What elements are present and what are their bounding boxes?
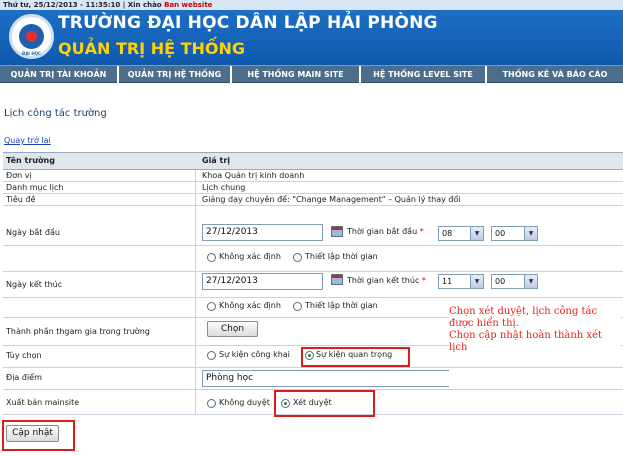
location-input[interactable]: Phòng học	[202, 370, 449, 387]
start-unspecified-radio[interactable]	[207, 253, 216, 262]
nav-he-thong-level-site[interactable]: HỆ THỐNG LEVEL SITE	[361, 66, 487, 83]
top-status-bar: Thứ tư, 25/12/2013 - 11:35:10 | Xin chào…	[0, 0, 623, 10]
university-logo: ĐẠI HỌC	[9, 14, 54, 59]
start-unspecified-label: Không xác định	[219, 252, 281, 261]
site-header: ĐẠI HỌC TRƯỜNG ĐẠI HỌC DÂN LẬP HẢI PHÒNG…	[0, 10, 623, 65]
label-ngay-ket-thuc: Ngày kết thúc	[6, 280, 63, 289]
table-row: Đơn vị Khoa Quản trị kinh doanh	[3, 170, 623, 182]
value-don-vi: Khoa Quản trị kinh doanh	[202, 171, 305, 180]
logo-text: ĐẠI HỌC	[21, 51, 41, 56]
start-set-time-label: Thiết lập thời gian	[305, 252, 378, 261]
table-row: Danh mục lịch Lịch chung	[3, 182, 623, 194]
label-xuat-ban: Xuất bản mainsite	[6, 398, 80, 407]
label-thanh-phan: Thành phần thgam gia trong trường	[6, 327, 150, 336]
annotation-line-2: được hiển thị.	[449, 318, 519, 329]
chevron-down-icon: ▼	[470, 275, 483, 288]
end-set-time-radio[interactable]	[293, 302, 302, 311]
user-name: Ban website	[164, 1, 213, 9]
not-approve-radio[interactable]	[207, 399, 216, 408]
label-tuy-chon: Tùy chọn	[6, 351, 42, 360]
label-don-vi: Đơn vị	[6, 171, 32, 180]
highlight-box-submit	[2, 420, 75, 451]
logo-emblem-icon	[26, 31, 37, 42]
highlight-box-options	[301, 347, 410, 367]
start-hour-select[interactable]: 08 ▼	[438, 226, 484, 241]
main-nav: QUẢN TRỊ TÀI KHOẢN QUẢN TRỊ HỆ THỐNG HỆ …	[0, 65, 623, 83]
end-time-label: Thời gian kết thúc	[347, 276, 420, 285]
table-header-row: Tên trường Giá trị	[3, 153, 623, 170]
datetime-text: Thứ tư, 25/12/2013 - 11:35:10	[3, 1, 121, 9]
public-event-radio[interactable]	[207, 351, 216, 360]
label-danh-muc: Danh mục lịch	[6, 183, 64, 192]
end-date-input[interactable]: 27/12/2013	[202, 273, 323, 290]
greeting-text: Xin chào	[127, 1, 162, 9]
nav-he-thong-main-site[interactable]: HỆ THỐNG MAIN SITE	[232, 66, 361, 83]
col-value-header: Giá trị	[202, 156, 231, 165]
not-approve-label: Không duyệt	[219, 398, 270, 407]
start-set-time-radio[interactable]	[293, 253, 302, 262]
label-tieu-de: Tiêu đề	[6, 195, 36, 204]
end-unspecified-radio[interactable]	[207, 302, 216, 311]
end-hour-select[interactable]: 11 ▼	[438, 274, 484, 289]
page-title: Lịch công tác trường	[4, 108, 107, 119]
end-set-time-label: Thiết lập thời gian	[305, 301, 378, 310]
public-event-label: Sự kiện công khai	[219, 350, 290, 359]
form-table: Tên trường Giá trị Đơn vị Khoa Quản trị …	[3, 152, 623, 415]
separator: |	[122, 1, 126, 9]
end-calendar-icon[interactable]	[331, 274, 343, 285]
required-mark: *	[419, 227, 424, 236]
instruction-annotation: Chọn xét duyệt, lịch công tác được hiển …	[449, 306, 621, 354]
back-link[interactable]: Quay trở lại	[4, 136, 51, 145]
start-minute-select[interactable]: 00 ▼	[491, 226, 538, 241]
value-tieu-de: Giảng dạy chuyên đề: "Change Management"…	[202, 195, 461, 204]
chevron-down-icon: ▼	[470, 227, 483, 240]
start-date-input[interactable]: 27/12/2013	[202, 224, 323, 241]
value-danh-muc: Lịch chung	[202, 183, 246, 192]
highlight-box-publish	[274, 390, 375, 417]
chevron-down-icon: ▼	[524, 227, 537, 240]
start-time-label: Thời gian bắt đầu	[347, 227, 418, 236]
end-unspecified-label: Không xác định	[219, 301, 281, 310]
annotation-line-4: lịch	[449, 342, 468, 353]
end-minute-select[interactable]: 00 ▼	[491, 274, 538, 289]
label-dia-diem: Địa điểm	[6, 373, 42, 382]
col-name-header: Tên trường	[6, 156, 55, 165]
chevron-down-icon: ▼	[524, 275, 537, 288]
end-minute-value: 00	[495, 277, 506, 286]
required-mark: *	[421, 276, 426, 285]
annotation-line-1: Chọn xét duyệt, lịch công tác	[449, 306, 598, 317]
nav-quan-tri-he-thong[interactable]: QUẢN TRỊ HỆ THỐNG	[119, 66, 232, 83]
nav-quan-tri-tai-khoan[interactable]: QUẢN TRỊ TÀI KHOẢN	[0, 66, 119, 83]
nav-thong-ke-bao-cao[interactable]: THỐNG KÊ VÀ BÁO CÁO	[487, 66, 623, 83]
annotation-line-3: Chọn cập nhật hoàn thành xét	[449, 330, 603, 341]
end-hour-value: 11	[442, 277, 453, 286]
start-calendar-icon[interactable]	[331, 226, 343, 237]
table-row: Tiêu đề Giảng dạy chuyên đề: "Change Man…	[3, 194, 623, 206]
label-ngay-bat-dau: Ngày bắt đầu	[6, 228, 60, 237]
site-title: TRƯỜNG ĐẠI HỌC DÂN LẬP HẢI PHÒNG	[58, 13, 438, 33]
site-subtitle: QUẢN TRỊ HỆ THỐNG	[58, 39, 246, 58]
start-minute-value: 00	[495, 229, 506, 238]
start-hour-value: 08	[442, 229, 453, 238]
choose-participants-button[interactable]: Chọn	[207, 321, 258, 337]
